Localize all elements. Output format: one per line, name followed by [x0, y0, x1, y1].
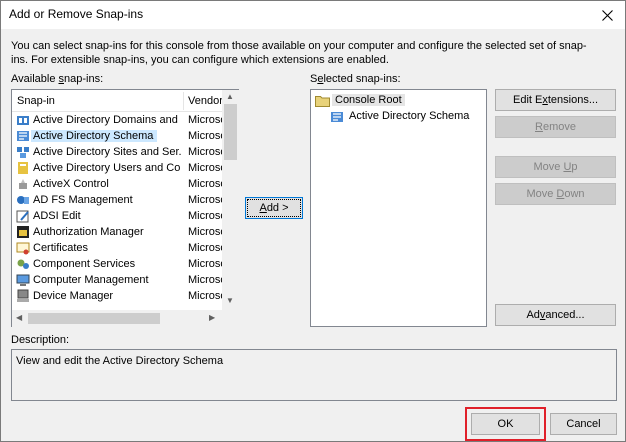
scroll-right-icon[interactable]: ▶ — [209, 313, 215, 322]
list-item[interactable]: Active Directory Users and Co... Microso — [12, 160, 222, 176]
ad-domains-icon — [17, 116, 29, 125]
ad-users-icon — [18, 162, 28, 174]
ad-sites-icon — [17, 147, 29, 158]
available-snapins-list[interactable]: Snap-in Vendor Active Directory Domains … — [11, 89, 239, 327]
list-item[interactable]: Device Manager Microso — [12, 288, 222, 304]
certificates-icon — [16, 242, 30, 255]
move-up-button[interactable]: Move Up — [495, 156, 616, 178]
window-title: Add or Remove Snap-ins — [9, 7, 144, 21]
list-item[interactable]: Computer Management Microso — [12, 272, 222, 288]
list-item[interactable]: AD FS Management Microso — [12, 192, 222, 208]
folder-icon — [315, 96, 330, 107]
intro-text: You can select snap-ins for this console… — [11, 40, 587, 66]
advanced-button[interactable]: Advanced... — [495, 304, 616, 326]
snapin-rows: Active Directory Domains and ... Microso… — [12, 112, 222, 310]
close-icon — [601, 9, 613, 21]
add-remove-snapins-dialog: Add or Remove Snap-ins You can select sn… — [0, 0, 626, 442]
list-item[interactable]: Active Directory Sites and Ser... Micros… — [12, 144, 222, 160]
ok-button[interactable]: OK — [471, 413, 540, 435]
list-header: Snap-in Vendor — [12, 90, 223, 112]
device-manager-icon — [17, 289, 29, 302]
list-item[interactable]: ActiveX Control Microso — [12, 176, 222, 192]
list-item[interactable]: Active Directory Domains and ... Microso — [12, 112, 222, 128]
description-box: View and edit the Active Directory Schem… — [11, 349, 617, 401]
list-item[interactable]: ADSI Edit Microso — [12, 208, 222, 224]
list-item[interactable]: Certificates Microso — [12, 240, 222, 256]
selected-snapins-label: Selected snap-ins: — [310, 73, 401, 85]
scroll-left-icon[interactable]: ◀ — [16, 313, 22, 322]
column-separator[interactable] — [183, 92, 184, 110]
scroll-down-icon[interactable]: ▼ — [226, 296, 234, 305]
available-snapins-label: Available snap-ins: — [11, 73, 104, 85]
scroll-up-icon[interactable]: ▲ — [226, 92, 234, 101]
ad-schema-icon — [17, 131, 29, 141]
list-item[interactable]: Active Directory Schema Microso — [12, 128, 222, 144]
list-item[interactable]: Authorization Manager Microso — [12, 224, 222, 240]
remove-button[interactable]: Remove — [495, 116, 616, 138]
ad-schema-icon — [331, 112, 343, 122]
title-bar: Add or Remove Snap-ins — [1, 1, 625, 29]
description-label: Description: — [11, 334, 70, 346]
horizontal-scroll-thumb[interactable] — [28, 313, 160, 324]
edit-extensions-button[interactable]: Edit Extensions... — [495, 89, 616, 111]
description-text: View and edit the Active Directory Schem… — [16, 355, 224, 367]
component-services-icon — [17, 259, 29, 269]
activex-icon — [19, 179, 27, 189]
horizontal-scrollbar[interactable]: ◀ ▶ — [12, 310, 222, 327]
close-button[interactable] — [589, 1, 625, 29]
computer-management-icon — [16, 274, 30, 286]
scrollbar-corner — [222, 310, 239, 327]
list-item[interactable]: Component Services Microso — [12, 256, 222, 272]
adfs-icon — [17, 196, 29, 204]
authorization-icon — [17, 226, 29, 238]
add-button[interactable]: Add > — [245, 197, 303, 219]
move-down-button[interactable]: Move Down — [495, 183, 616, 205]
cancel-button[interactable]: Cancel — [550, 413, 617, 435]
selected-snapins-tree[interactable]: Console Root Active Directory Schema — [310, 89, 487, 327]
vertical-scrollbar[interactable]: ▲ ▼ — [222, 90, 239, 310]
column-header-vendor[interactable]: Vendor — [188, 95, 223, 107]
adsi-edit-icon — [16, 210, 29, 223]
column-header-snapin[interactable]: Snap-in — [17, 95, 55, 107]
vertical-scroll-thumb[interactable] — [224, 104, 237, 160]
